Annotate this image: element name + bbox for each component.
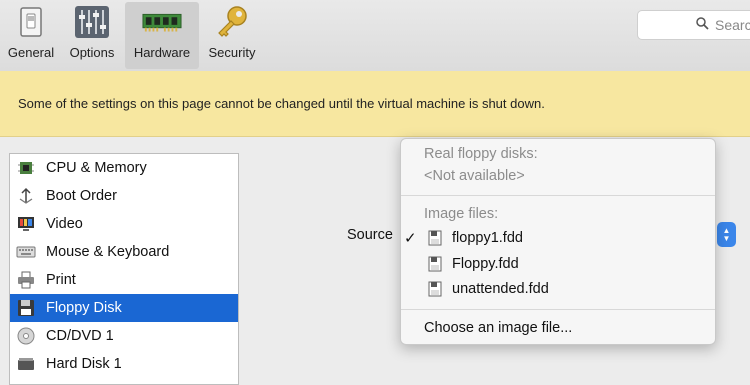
sidebar-item-cpu-memory[interactable]: CPU & Memory (10, 154, 238, 182)
source-label: Source (347, 227, 393, 243)
keyboard-icon (15, 241, 37, 263)
general-icon (11, 2, 51, 42)
floppy-disk-icon (15, 297, 37, 319)
tab-security-label: Security (208, 45, 256, 60)
sidebar-item-label: Mouse & Keyboard (46, 244, 170, 260)
hardware-ram-icon (142, 2, 182, 42)
menu-item-label: Floppy.fdd (452, 256, 519, 272)
sidebar-item-label: Boot Order (46, 188, 117, 204)
search-input[interactable]: Search (637, 10, 750, 40)
cd-dvd-icon (15, 325, 37, 347)
menu-item-floppy[interactable]: Floppy.fdd (401, 252, 715, 276)
menu-item-unattended[interactable]: unattended.fdd (401, 277, 715, 301)
sidebar-item-floppy-disk[interactable]: Floppy Disk (10, 294, 238, 322)
menu-item-choose-image[interactable]: Choose an image file... (401, 316, 715, 340)
real-floppy-header: Real floppy disks: (424, 146, 538, 162)
tab-security[interactable]: Security (203, 2, 261, 69)
tab-hardware-label: Hardware (133, 45, 191, 60)
sidebar-item-label: Hard Disk 1 (46, 356, 122, 372)
menu-item-label: Choose an image file... (424, 320, 573, 336)
sidebar-item-label: Video (46, 216, 83, 232)
sidebar-item-label: CPU & Memory (46, 160, 147, 176)
tab-general[interactable]: General (3, 2, 59, 69)
search-icon (696, 17, 709, 33)
banner-message: Some of the settings on this page cannot… (18, 96, 545, 111)
sidebar-item-label: Floppy Disk (46, 300, 122, 316)
tab-general-label: General (7, 45, 55, 60)
sidebar-item-boot-order[interactable]: Boot Order (10, 182, 238, 210)
sidebar-item-print[interactable]: Print (10, 266, 238, 294)
menu-item-floppy1[interactable]: ✓ floppy1.fdd (401, 226, 715, 250)
menu-item-label: unattended.fdd (452, 281, 549, 297)
cpu-chip-icon (15, 157, 37, 179)
printer-icon (15, 269, 37, 291)
boot-order-icon (15, 185, 37, 207)
options-sliders-icon (72, 2, 112, 42)
hard-disk-icon (15, 353, 37, 375)
sidebar-item-hard-disk-1[interactable]: Hard Disk 1 (10, 350, 238, 378)
sidebar-item-mouse-keyboard[interactable]: Mouse & Keyboard (10, 238, 238, 266)
sidebar-item-label: Print (46, 272, 76, 288)
warning-banner: Some of the settings on this page cannot… (0, 71, 750, 137)
toolbar: General Options Hardware Security Searc (0, 0, 750, 71)
tab-hardware[interactable]: Hardware (125, 2, 199, 69)
image-files-header: Image files: (424, 206, 499, 222)
menu-item-label: floppy1.fdd (452, 230, 523, 246)
hardware-list: CPU & Memory Boot Order Video Mouse & Ke… (9, 153, 239, 385)
tab-options[interactable]: Options (63, 2, 121, 69)
checkmark-icon: ✓ (404, 230, 417, 247)
floppy-file-icon (428, 256, 442, 272)
sidebar-item-label: CD/DVD 1 (46, 328, 114, 344)
floppy-file-icon (428, 230, 442, 246)
sidebar-item-cd-dvd-1[interactable]: CD/DVD 1 (10, 322, 238, 350)
source-popup-button[interactable]: ▲ ▼ (717, 222, 736, 247)
menu-separator (401, 309, 715, 310)
chevron-down-icon: ▼ (722, 233, 731, 243)
search-placeholder: Search (715, 17, 750, 33)
menu-separator (401, 195, 715, 196)
sidebar-item-video[interactable]: Video (10, 210, 238, 238)
real-floppy-none: <Not available> (424, 168, 525, 184)
security-key-icon (212, 2, 252, 42)
tab-options-label: Options (69, 45, 115, 60)
video-monitor-icon (15, 213, 37, 235)
source-dropdown-menu: Real floppy disks: <Not available> Image… (400, 138, 716, 345)
floppy-file-icon (428, 281, 442, 297)
